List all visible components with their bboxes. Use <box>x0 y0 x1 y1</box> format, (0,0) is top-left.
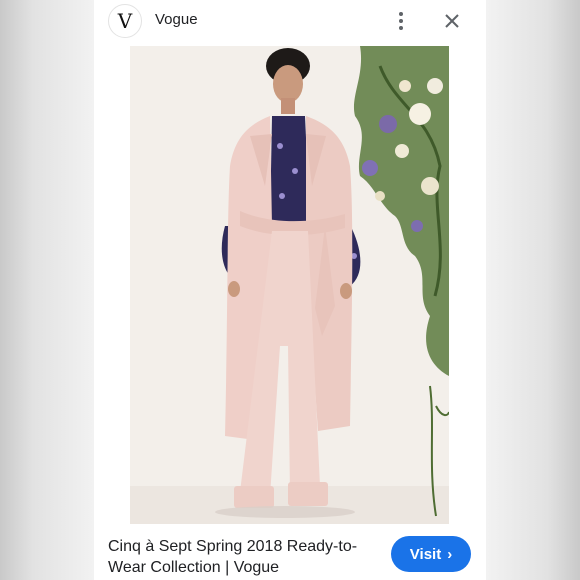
logo-letter: V <box>117 9 133 33</box>
image-caption[interactable]: Cinq à Sept Spring 2018 Ready-to-Wear Co… <box>108 536 378 578</box>
visit-button-label: Visit <box>409 545 442 563</box>
site-name[interactable]: Vogue <box>155 11 198 28</box>
fashion-photo <box>130 46 449 524</box>
chevron-right-icon: › <box>447 545 453 563</box>
preview-header: V Vogue <box>94 0 486 42</box>
image-preview-card: V Vogue Cinq à Sept Spring 2018 Ready-to… <box>94 0 486 580</box>
blurred-background-right <box>486 0 580 580</box>
more-vert-icon[interactable] <box>392 10 410 32</box>
visit-button[interactable]: Visit › <box>391 536 471 572</box>
preview-footer: Cinq à Sept Spring 2018 Ready-to-Wear Co… <box>94 524 486 580</box>
preview-image[interactable] <box>130 46 449 524</box>
close-icon[interactable] <box>441 10 463 32</box>
blurred-background-left <box>0 0 94 580</box>
site-logo[interactable]: V <box>108 4 142 38</box>
